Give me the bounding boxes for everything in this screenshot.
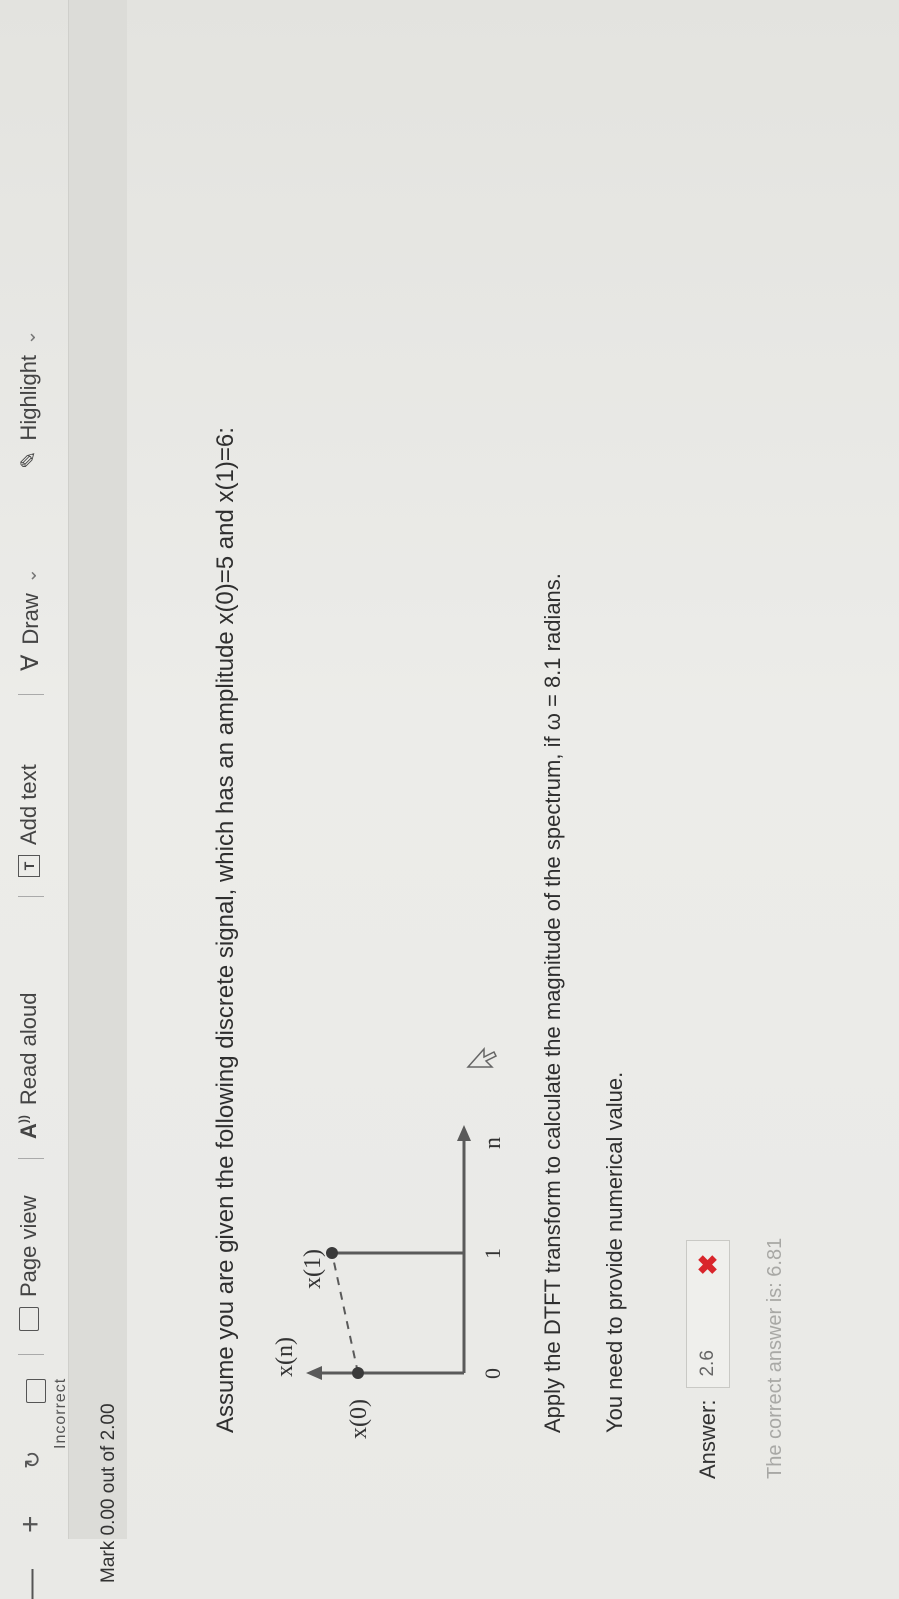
page-view-label: Page view: [16, 1195, 41, 1297]
highlight-label: Highlight: [16, 354, 41, 441]
zoom-in-button[interactable]: +: [14, 1515, 48, 1533]
tick-1: 1: [480, 1248, 504, 1259]
x-axis-label: n: [480, 1137, 504, 1149]
x-axis-arrow: [457, 1125, 471, 1141]
feedback-status: Incorrect: [52, 1377, 69, 1449]
mouse-cursor-icon: [466, 1047, 498, 1068]
separator: [18, 694, 44, 695]
point0-label: x(0): [346, 1399, 372, 1439]
mark-text: Mark 0.00 out of 2.00: [98, 1403, 119, 1583]
answer-row: Answer: ✖: [680, 1218, 736, 1479]
question-note: You need to provide numerical value.: [602, 1071, 627, 1433]
dashed-level: [331, 1252, 359, 1374]
add-text-button[interactable]: T Add text: [16, 764, 42, 877]
point-x1: [326, 1247, 338, 1259]
point1-label: x(1): [300, 1249, 326, 1289]
read-aloud-button[interactable]: A)) Read aloud: [16, 993, 42, 1139]
answer-label: Answer:: [695, 1399, 720, 1479]
highlight-button[interactable]: ✎ Highlight ⌄: [16, 330, 42, 469]
add-text-icon: T: [18, 855, 40, 877]
point-x0: [352, 1367, 364, 1379]
status-panel: [68, 0, 127, 1539]
fit-width-button[interactable]: [20, 1379, 54, 1403]
rotate-icon[interactable]: ↻: [20, 1451, 46, 1469]
separator: [18, 1354, 44, 1355]
page-view-button[interactable]: Page view: [16, 1195, 42, 1331]
correct-answer-text: The correct answer is: 6.81: [764, 1237, 786, 1479]
read-aloud-icon: A)): [16, 1115, 41, 1139]
draw-label: Draw: [17, 593, 43, 645]
minimize-button[interactable]: —: [14, 1569, 48, 1599]
read-aloud-label: Read aloud: [16, 992, 41, 1106]
highlight-icon: ✎: [16, 450, 41, 469]
chevron-down-icon: ⌄: [18, 329, 39, 345]
draw-icon: ∀: [17, 654, 44, 671]
signal-figure: x(n) x(0) x(1) 0 1 n: [272, 1047, 504, 1439]
y-axis-label: x(n): [272, 1337, 298, 1377]
add-text-label: Add text: [16, 764, 41, 845]
separator: [18, 896, 44, 897]
reader-toolbar: — + ↻ Page view A)) Read aloud T Add tex…: [0, 0, 62, 1599]
question-instruction: Apply the DTFT transform to calculate th…: [540, 573, 565, 1433]
incorrect-icon: ✖: [692, 1253, 723, 1276]
tick-0: 0: [480, 1368, 504, 1379]
y-axis-arrow: [306, 1366, 322, 1380]
quiz-page: — + ↻ Page view A)) Read aloud T Add tex…: [0, 0, 899, 1599]
page-view-icon: [19, 1307, 39, 1331]
separator: [18, 1158, 44, 1159]
chevron-down-icon: ⌄: [20, 568, 40, 584]
fit-width-icon: [26, 1379, 46, 1403]
draw-button[interactable]: ∀ Draw ⌄: [16, 568, 45, 671]
question-intro: Assume you are given the following discr…: [212, 427, 239, 1433]
